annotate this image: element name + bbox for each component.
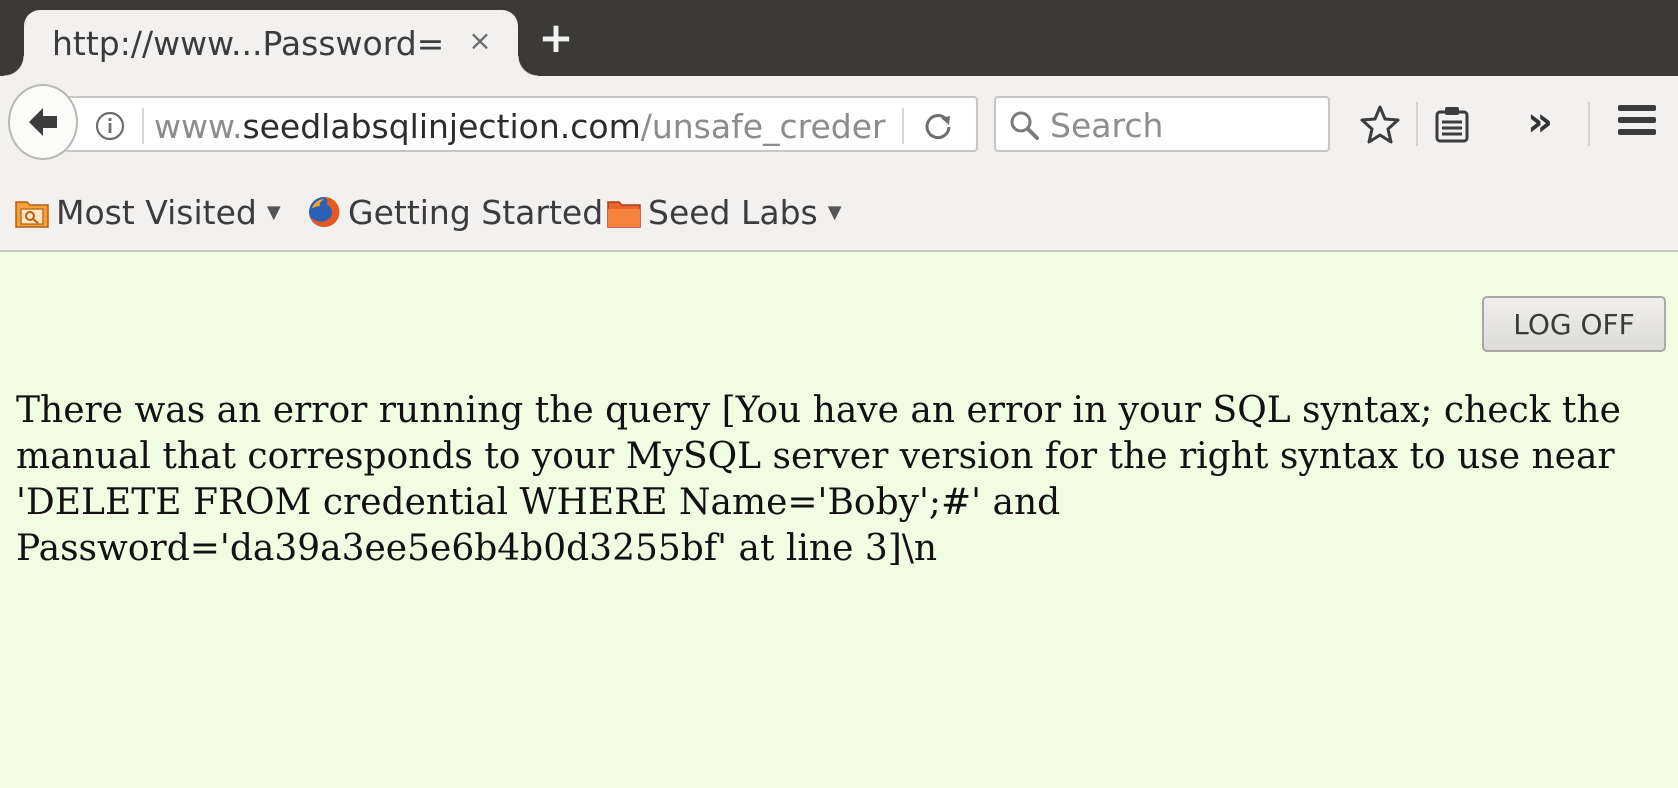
toolbar-divider — [1416, 102, 1418, 146]
url-divider-2 — [902, 108, 904, 144]
toolbar-divider-2 — [1588, 102, 1590, 146]
url-text[interactable]: www.seedlabsqlinjection.com/unsafe_crede… — [154, 107, 914, 147]
tab-strip: http://www...Password= × + — [0, 0, 1678, 76]
tab-title: http://www...Password= — [52, 24, 445, 63]
overflow-button[interactable]: » — [1522, 98, 1558, 146]
reload-icon[interactable] — [922, 110, 954, 142]
folder-icon — [607, 201, 641, 228]
bookmark-label: Seed Labs — [648, 192, 818, 232]
close-tab-icon[interactable]: × — [465, 24, 495, 58]
navigation-toolbar: www.seedlabsqlinjection.com/unsafe_crede… — [0, 76, 1678, 174]
search-icon — [1010, 111, 1039, 140]
search-input[interactable] — [1050, 104, 1320, 146]
url-bar[interactable]: www.seedlabsqlinjection.com/unsafe_crede… — [64, 96, 978, 152]
search-bar[interactable] — [994, 96, 1330, 152]
chevron-down-icon: ▼ — [266, 201, 281, 223]
star-bookmark-icon[interactable] — [1360, 104, 1400, 144]
page-content: LOG OFF There was an error running the q… — [0, 252, 1678, 788]
back-arrow-icon — [29, 108, 57, 136]
log-off-button[interactable]: LOG OFF — [1482, 296, 1666, 352]
bookmark-getting-started[interactable]: Getting Started — [306, 192, 603, 232]
firefox-icon — [309, 196, 340, 227]
sql-error-message: There was an error running the query [Yo… — [16, 390, 1621, 569]
url-path: /unsafe_creder — [640, 107, 886, 146]
reading-list-icon[interactable] — [1432, 104, 1472, 144]
url-prefix: www. — [154, 107, 243, 146]
smart-folder-icon — [15, 201, 49, 228]
chevron-down-icon: ▼ — [827, 201, 842, 223]
url-host: seedlabsqlinjection.com — [242, 107, 641, 146]
bookmark-label: Most Visited — [56, 192, 257, 232]
back-button[interactable] — [8, 84, 78, 160]
bookmarks-toolbar: Most Visited ▼ Getting Started Seed Labs… — [0, 174, 1678, 252]
new-tab-button[interactable]: + — [536, 17, 576, 59]
url-divider — [142, 108, 144, 144]
bookmark-label: Getting Started — [348, 192, 604, 232]
hamburger-menu-icon[interactable] — [1618, 102, 1660, 146]
bookmark-seed-labs[interactable]: Seed Labs ▼ — [606, 192, 842, 232]
bookmark-most-visited[interactable]: Most Visited ▼ — [14, 192, 281, 232]
info-icon[interactable] — [94, 110, 126, 142]
browser-tab[interactable]: http://www...Password= × — [4, 10, 538, 76]
